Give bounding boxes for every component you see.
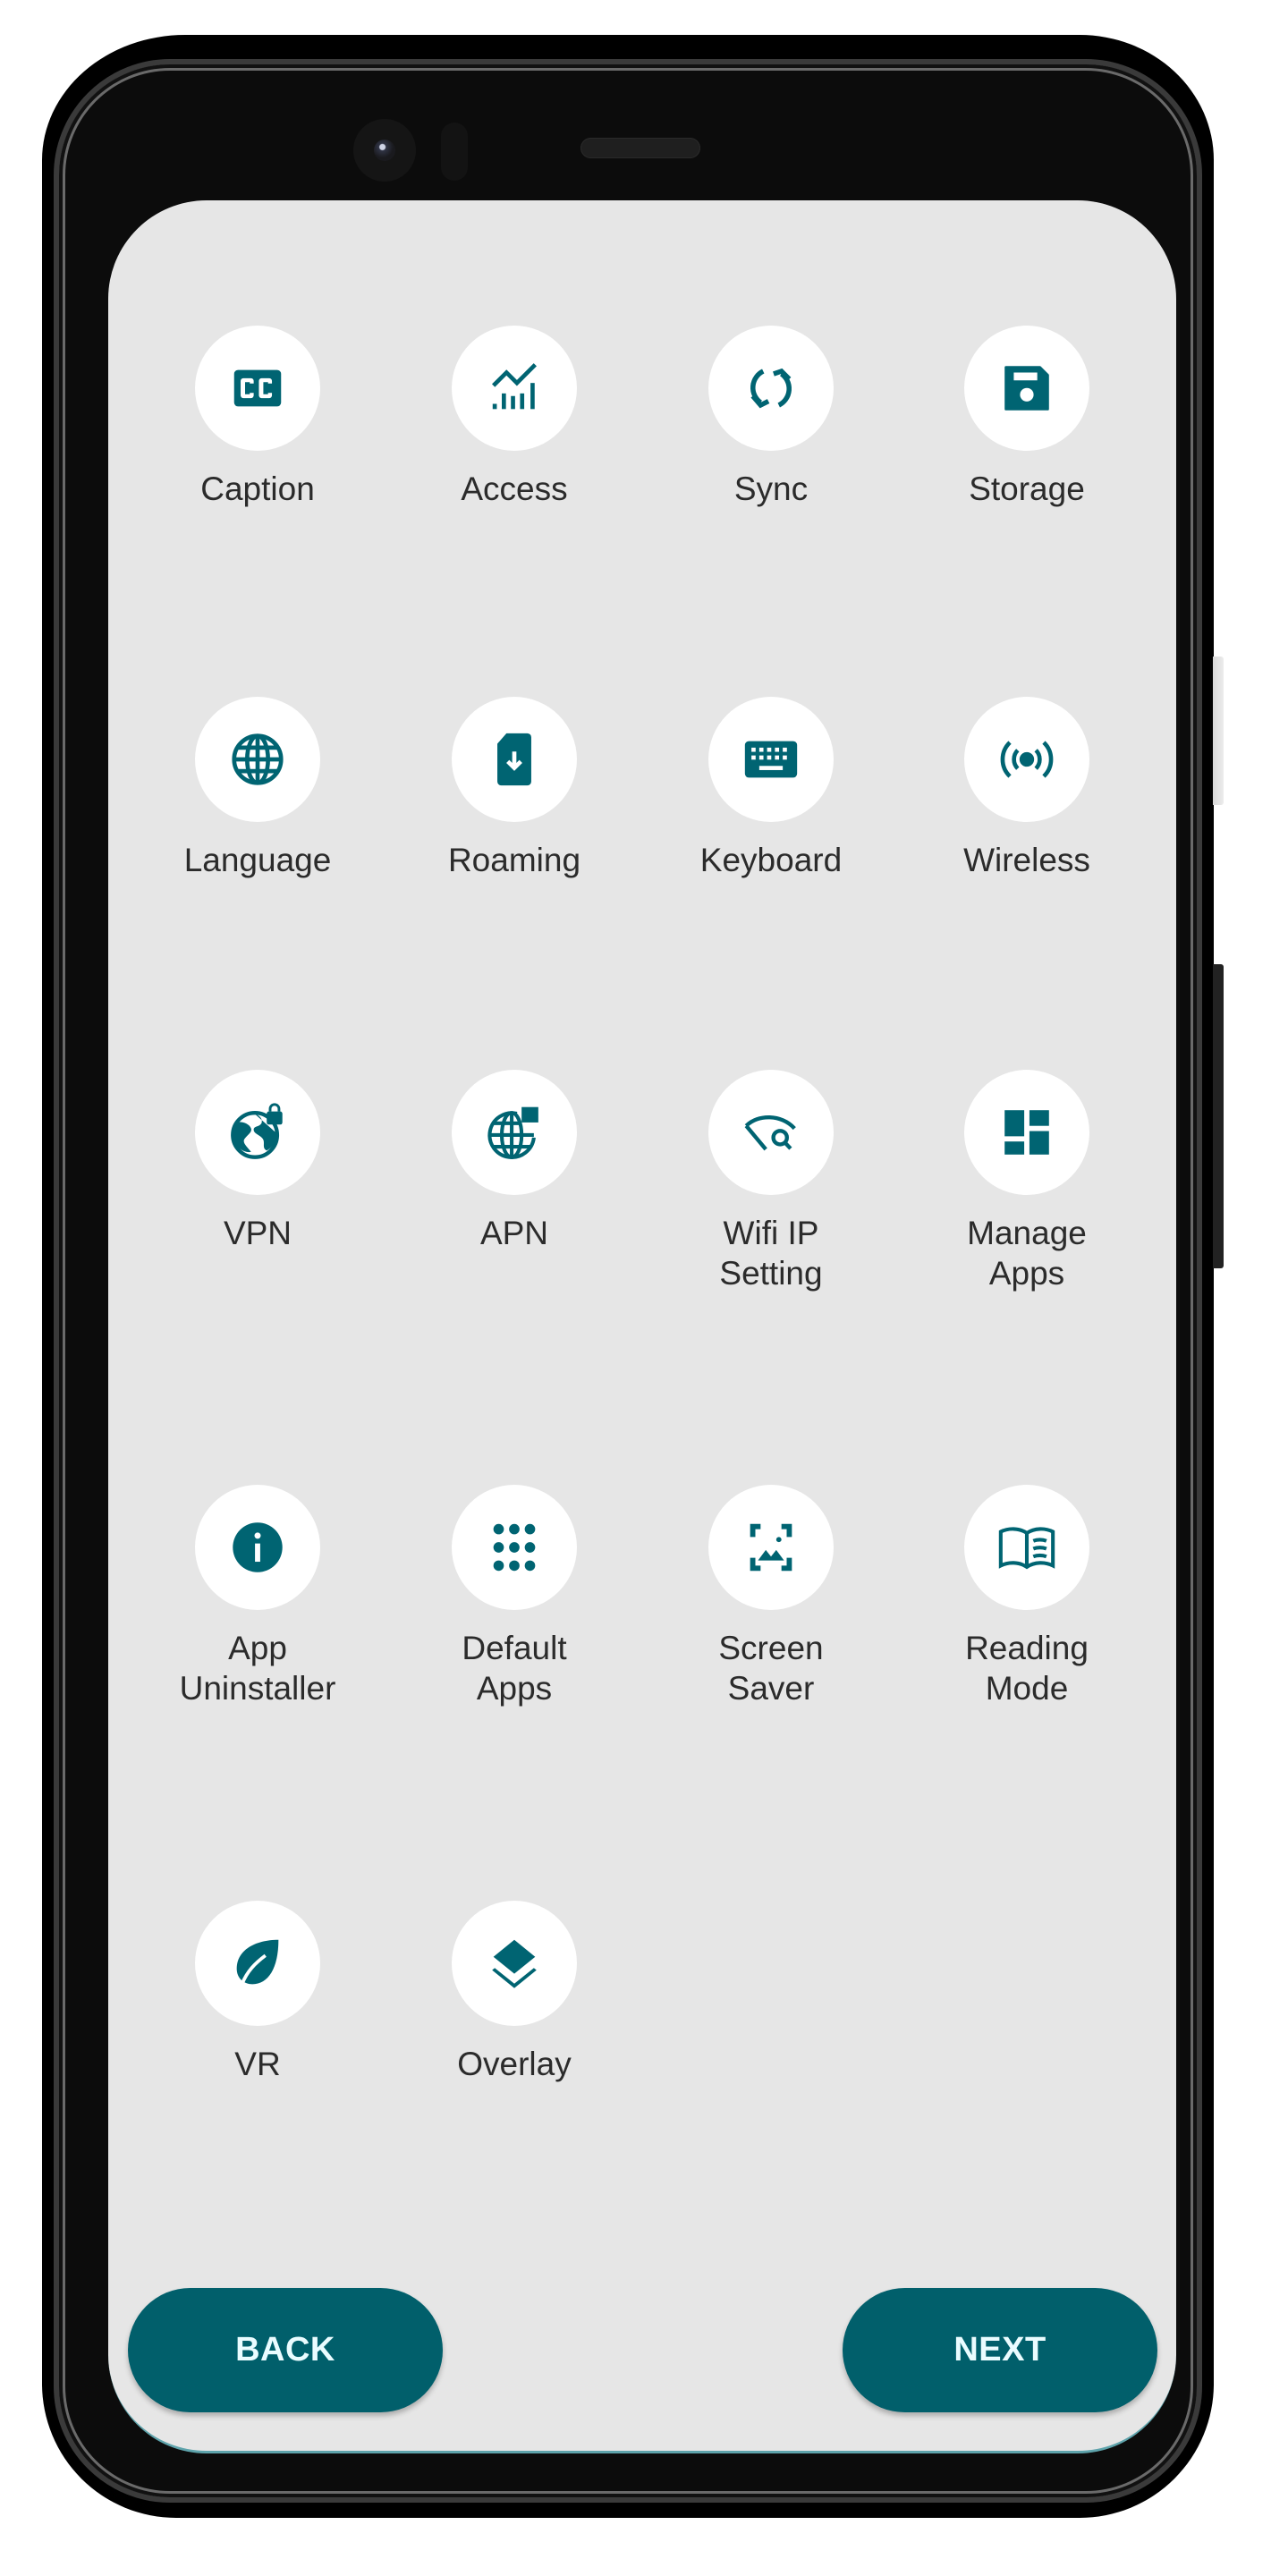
tile-icon-button[interactable] [452,697,577,822]
tile-icon-button[interactable] [964,1070,1089,1195]
proximity-sensor [441,123,468,181]
trend-bars-icon [483,357,546,419]
tile-label-line: Apps [988,1255,1065,1292]
back-button[interactable]: BACK [128,2288,443,2412]
settings-screen: Caption Access Sync Storage Language Roaming K… [108,200,1176,2453]
tile-label: Default Apps [398,1628,631,1708]
tile-wifi-ip-setting[interactable]: Wifi IP Setting [655,1070,887,1293]
wifi-search-icon [740,1101,802,1164]
tile-label: VPN [223,1215,292,1251]
tile-label-line: Apps [476,1670,553,1707]
tile-icon-button[interactable] [195,326,320,451]
tile-label: Language [183,842,332,878]
tile-label: Roaming [447,842,581,878]
tile-icon-button[interactable] [708,326,834,451]
tile-app-uninstaller[interactable]: App Uninstaller [141,1485,374,1708]
tile-icon-button[interactable] [708,1070,834,1195]
dashboard-tiles-icon [996,1101,1058,1164]
tile-icon-button[interactable] [195,1070,320,1195]
earpiece-speaker [580,138,700,158]
tile-keyboard[interactable]: Keyboard [655,697,887,880]
tile-roaming[interactable]: Roaming [398,697,631,880]
tile-label-line: Uninstaller [179,1670,336,1707]
tile-label: Manage Apps [911,1213,1143,1293]
tile-manage-apps[interactable]: Manage Apps [911,1070,1143,1293]
info-icon [226,1516,289,1579]
tile-icon-button[interactable] [452,1901,577,2026]
volume-button [1213,657,1224,805]
tile-icon-button[interactable] [964,697,1089,822]
tile-icon-button[interactable] [195,1901,320,2026]
wireless-broadcast-icon [996,728,1058,791]
tile-reading-mode[interactable]: Reading Mode [911,1485,1143,1708]
tile-label-line: Wifi IP [723,1215,819,1251]
tile-apn[interactable]: APN [398,1070,631,1253]
layers-icon [483,1932,546,1995]
sync-icon [740,357,802,419]
next-button[interactable]: NEXT [843,2288,1157,2412]
apps-grid-icon [483,1516,546,1579]
tile-label-line: Default [462,1630,567,1666]
tile-wireless[interactable]: Wireless [911,697,1143,880]
tile-sync[interactable]: Sync [655,326,887,509]
tile-label-line: Saver [727,1670,815,1707]
closed-caption-icon [226,357,289,419]
tile-label: Screen Saver [655,1628,887,1708]
tile-vpn[interactable]: VPN [141,1070,374,1253]
tile-label: Wireless [963,842,1090,878]
tile-label: Overlay [457,2046,572,2082]
screen-image-icon [740,1516,802,1579]
tile-label: Sync [733,470,809,507]
tile-label: App Uninstaller [141,1628,374,1708]
tile-label: APN [479,1215,549,1251]
tile-icon-button[interactable] [195,1485,320,1610]
tile-icon-button[interactable] [195,697,320,822]
globe-icon [226,728,289,791]
globe-network-icon [483,1101,546,1164]
tile-label: Reading Mode [911,1628,1143,1708]
tile-default-apps[interactable]: Default Apps [398,1485,631,1708]
tile-language[interactable]: Language [141,697,374,880]
tile-label-line: Manage [967,1215,1087,1251]
tile-label-line: Screen [718,1630,824,1666]
tile-icon-button[interactable] [708,697,834,822]
tile-screen-saver[interactable]: Screen Saver [655,1485,887,1708]
tile-access[interactable]: Access [398,326,631,509]
floppy-disk-icon [996,357,1058,419]
open-book-icon [996,1516,1058,1579]
tile-caption[interactable]: Caption [141,326,374,509]
tile-icon-button[interactable] [452,326,577,451]
tile-label: VR [234,2046,281,2082]
tile-label: Storage [969,470,1085,507]
tile-icon-button[interactable] [708,1485,834,1610]
leaf-icon [226,1932,289,1995]
tile-label: Keyboard [699,842,843,878]
tile-label-line: Mode [985,1670,1069,1707]
tile-icon-button[interactable] [452,1070,577,1195]
tile-label: Access [461,470,568,507]
tile-label-line: Reading [965,1630,1089,1666]
tile-icon-button[interactable] [964,326,1089,451]
tile-overlay[interactable]: Overlay [398,1901,631,2084]
tile-icon-button[interactable] [964,1485,1089,1610]
tile-icon-button[interactable] [452,1485,577,1610]
tile-label: Wifi IP Setting [655,1213,887,1293]
sim-card-download-icon [483,728,546,791]
tile-vr[interactable]: VR [141,1901,374,2084]
tile-storage[interactable]: Storage [911,326,1143,509]
tile-label: Caption [200,470,315,507]
keyboard-icon [740,728,802,791]
globe-lock-icon [226,1101,289,1164]
power-button [1213,964,1224,1268]
tile-label-line: App [228,1630,287,1666]
front-camera [353,119,416,182]
tile-label-line: Setting [719,1255,823,1292]
